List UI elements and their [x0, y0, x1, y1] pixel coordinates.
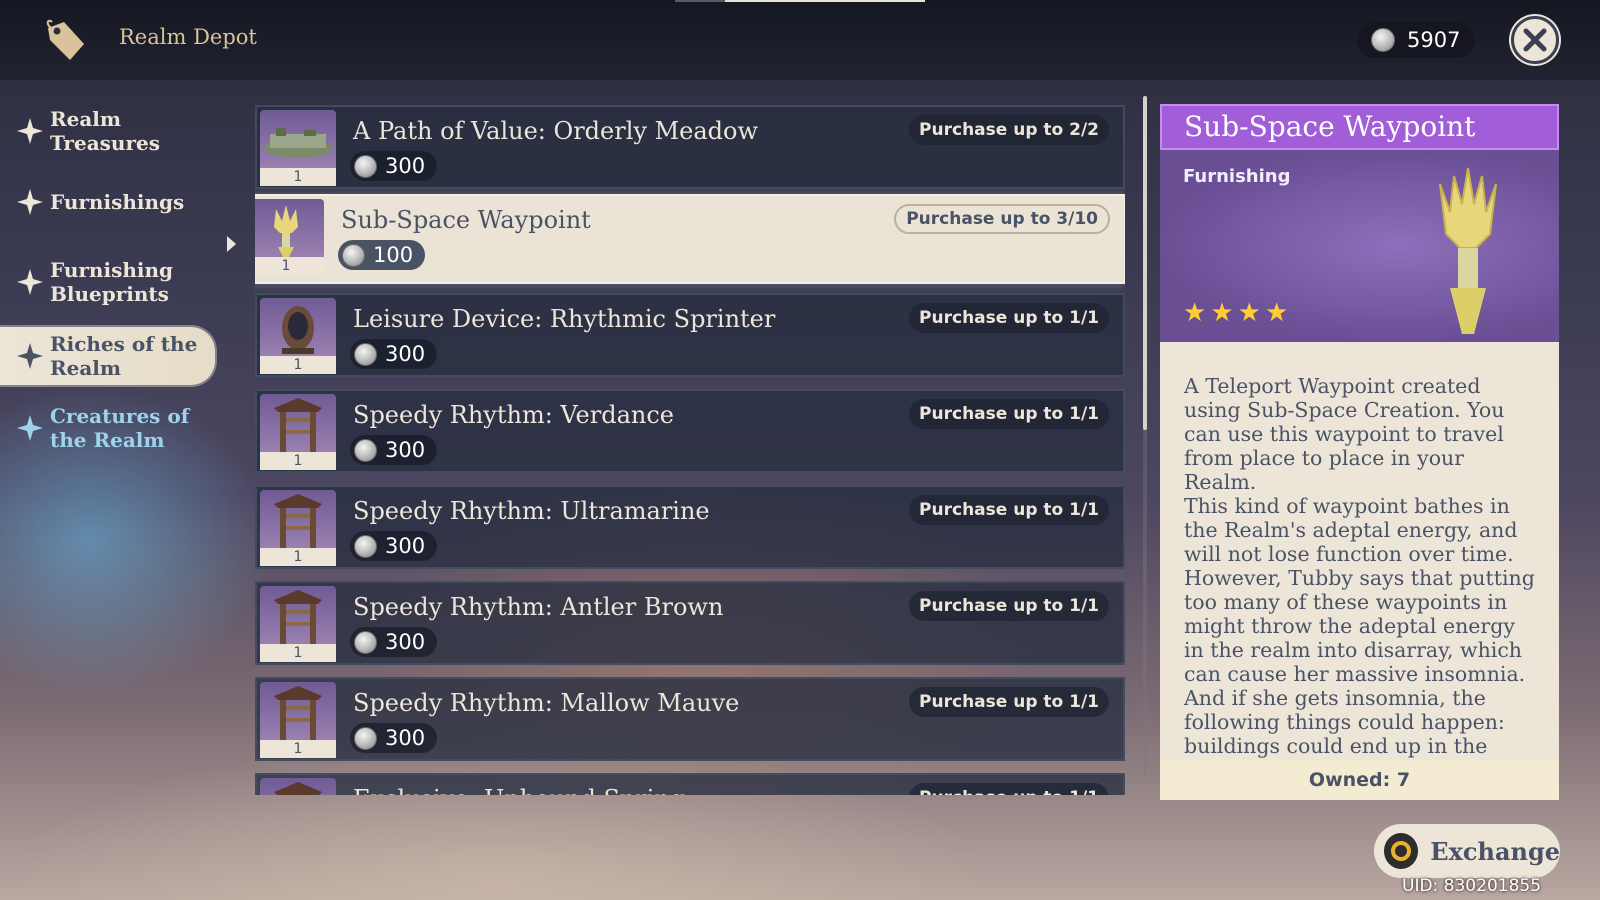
item-price: 300	[350, 723, 438, 753]
item-quantity: 1	[260, 548, 336, 566]
selection-arrow-icon	[227, 236, 236, 252]
list-item[interactable]: 1 Speedy Rhythm: Mallow Mauve 300 Purchase …	[255, 677, 1125, 761]
realm-currency-icon	[354, 726, 377, 750]
list-scrollbar-thumb[interactable]	[1143, 96, 1147, 430]
item-price: 300	[350, 531, 438, 561]
item-quantity: 1	[260, 452, 336, 470]
detail-art: Furnishing ★ ★ ★ ★	[1160, 150, 1559, 342]
item-price: 300	[350, 151, 438, 181]
sparkle-icon	[17, 269, 43, 295]
waypoint-icon	[1439, 167, 1497, 334]
waypoint-icon: 1	[255, 199, 324, 275]
sidebar-item-label: Furnishing Blueprints	[50, 258, 173, 306]
top-indicator-dim	[675, 0, 725, 2]
star-icon: ★	[1183, 298, 1207, 328]
meadow-icon: 1	[260, 110, 336, 186]
sidebar-item-label: Realm Treasures	[50, 107, 160, 155]
sprinter-icon: 1	[260, 298, 336, 374]
purchase-limit-badge: Purchase up to 3/10	[894, 204, 1110, 234]
sidebar-item-label: Creatures of the Realm	[50, 404, 190, 452]
detail-description-box[interactable]: A Teleport Waypoint created using Sub-Sp…	[1160, 342, 1559, 760]
sidebar-item[interactable]: Realm Treasures	[0, 107, 215, 155]
item-name: Exclusive: Unbound Spring	[353, 785, 685, 795]
item-quantity: 1	[260, 740, 336, 758]
price-tag-icon	[46, 19, 84, 60]
realm-currency-icon	[354, 154, 377, 178]
realm-currency-icon	[354, 438, 377, 462]
item-name: Speedy Rhythm: Verdance	[353, 401, 674, 429]
purchase-limit-badge: Purchase up to 1/1	[909, 303, 1109, 333]
item-name: Leisure Device: Rhythmic Sprinter	[353, 305, 776, 333]
exchange-button[interactable]: Exchange	[1374, 824, 1560, 878]
sparkle-icon	[17, 343, 43, 369]
sparkle-icon	[17, 189, 43, 215]
star-icon: ★	[1264, 298, 1289, 328]
detail-description: A Teleport Waypoint created using Sub-Sp…	[1184, 374, 1535, 758]
item-quantity: 1	[255, 257, 324, 275]
item-list[interactable]: 1 A Path of Value: Orderly Meadow 300 Purch…	[255, 105, 1125, 795]
confirm-circle-icon	[1384, 833, 1419, 869]
owned-count: Owned: 7	[1160, 760, 1559, 800]
item-name: Speedy Rhythm: Ultramarine	[353, 497, 710, 525]
purchase-limit-badge: Purchase up to 1/1	[909, 495, 1109, 525]
realm-currency-icon	[1371, 28, 1395, 52]
purchase-limit-badge: Purchase up to 1/1	[909, 591, 1109, 621]
gate-icon	[260, 778, 336, 795]
uid-label: UID: 830201855	[1402, 876, 1542, 896]
sidebar-item[interactable]: Furnishings	[0, 188, 215, 216]
item-price: 300	[350, 435, 438, 465]
list-item[interactable]: Exclusive: Unbound Spring Purchase up to …	[255, 773, 1125, 795]
purchase-limit-badge: Purchase up to 1/1	[909, 687, 1109, 717]
gate-icon: 1	[260, 586, 336, 662]
realm-currency-icon	[354, 630, 377, 654]
close-button[interactable]	[1511, 16, 1559, 64]
gate-icon: 1	[260, 394, 336, 470]
item-price: 100	[338, 240, 426, 270]
list-item[interactable]: 1 Speedy Rhythm: Verdance 300 Purchase up t…	[255, 389, 1125, 473]
realm-currency-icon	[354, 534, 377, 558]
item-name: A Path of Value: Orderly Meadow	[353, 117, 759, 145]
sidebar-item[interactable]: Furnishing Blueprints	[0, 258, 215, 306]
close-icon	[1523, 28, 1547, 52]
star-icon: ★	[1237, 298, 1261, 328]
item-quantity: 1	[260, 644, 336, 662]
item-price: 300	[350, 339, 438, 369]
purchase-limit-badge: Purchase up to 1/1	[909, 399, 1109, 429]
gate-icon: 1	[260, 682, 336, 758]
sidebar-item[interactable]: Riches of the Realm	[0, 327, 215, 385]
star-icon: ★	[1210, 298, 1234, 328]
sidebar-item-label: Riches of the Realm	[50, 332, 198, 380]
currency-value: 5907	[1407, 28, 1461, 52]
list-item[interactable]: 1 Speedy Rhythm: Ultramarine 300 Purchase u…	[255, 485, 1125, 569]
list-item[interactable]: 1 Leisure Device: Rhythmic Sprinter 300 Pur…	[255, 293, 1125, 377]
item-quantity: 1	[260, 168, 336, 186]
purchase-limit-badge: Purchase up to 2/2	[909, 115, 1109, 145]
page-title: Realm Depot	[119, 25, 257, 49]
sidebar-item[interactable]: Creatures of the Realm	[0, 404, 215, 452]
top-bar: Realm Depot 5907	[0, 0, 1600, 80]
realm-currency-icon	[342, 243, 365, 267]
list-item[interactable]: 1 Sub-Space Waypoint 100 Purchase up to 3/1…	[255, 194, 1125, 284]
item-name: Speedy Rhythm: Antler Brown	[353, 593, 724, 621]
sidebar-item-label: Furnishings	[50, 190, 185, 214]
item-price: 300	[350, 627, 438, 657]
item-detail-panel: Sub-Space Waypoint Furnishing ★ ★ ★ ★ A Tel…	[1160, 104, 1559, 800]
item-quantity: 1	[260, 356, 336, 374]
gate-icon: 1	[260, 490, 336, 566]
currency-display: 5907	[1357, 22, 1475, 58]
purchase-limit-badge: Purchase up to 1/1	[909, 783, 1109, 795]
sparkle-icon	[17, 118, 43, 144]
detail-type: Furnishing	[1183, 166, 1291, 187]
sparkle-icon	[17, 415, 43, 441]
detail-title: Sub-Space Waypoint	[1160, 104, 1559, 150]
exchange-label: Exchange	[1430, 836, 1560, 866]
item-name: Sub-Space Waypoint	[341, 206, 591, 234]
list-item[interactable]: 1 A Path of Value: Orderly Meadow 300 Purch…	[255, 105, 1125, 189]
rarity-stars: ★ ★ ★ ★	[1183, 300, 1288, 326]
realm-currency-icon	[354, 342, 377, 366]
item-name: Speedy Rhythm: Mallow Mauve	[353, 689, 740, 717]
top-indicator	[725, 0, 925, 2]
list-item[interactable]: 1 Speedy Rhythm: Antler Brown 300 Purchase …	[255, 581, 1125, 665]
